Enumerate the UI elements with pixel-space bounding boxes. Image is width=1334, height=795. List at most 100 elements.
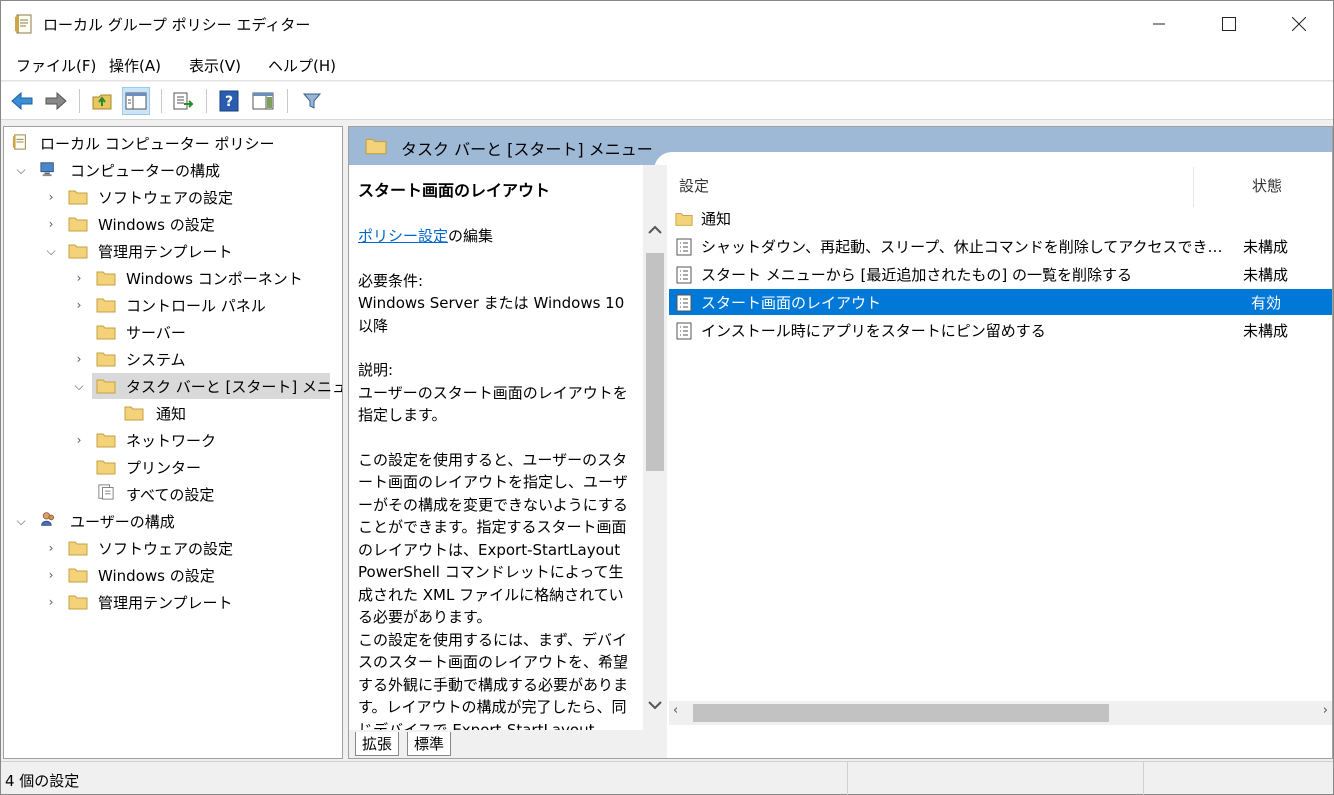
list-row[interactable]: シャットダウン、再起動、スリープ、休止コマンドを削除してアクセスでき… 未構成 (669, 233, 1332, 259)
description-scrollbar[interactable] (643, 165, 667, 730)
tab-standard[interactable]: 標準 (407, 732, 452, 756)
status-text: 4 個の設定 (5, 772, 80, 790)
tree-item-cc-software[interactable]: › ソフトウェアの設定 (4, 184, 342, 210)
tree-label: 通知 (156, 404, 187, 423)
expand-chevron-icon[interactable]: › (72, 271, 86, 285)
collapse-chevron-icon[interactable]: ⌵ (72, 379, 86, 393)
edit-policy-link[interactable]: ポリシー設定 (358, 227, 448, 245)
back-button[interactable] (8, 87, 36, 115)
explanation-label: 説明: (358, 361, 394, 379)
filter-button[interactable] (298, 87, 326, 115)
help-icon: ? (219, 90, 239, 112)
tree-item-server[interactable]: サーバー (4, 319, 342, 345)
back-icon (11, 91, 33, 111)
menu-help[interactable]: ヘルプ(H) (268, 55, 336, 76)
tree-item-cc-admin[interactable]: ⌵ 管理用テンプレート (4, 238, 342, 264)
tree-item-network[interactable]: › ネットワーク (4, 427, 342, 453)
tree-item-taskbar-start-menu[interactable]: タスク バーと [スタート] メニュー (92, 373, 342, 399)
expand-chevron-icon[interactable]: › (72, 433, 86, 447)
tree-item-printers[interactable]: プリンター (4, 454, 342, 480)
row-name: シャットダウン、再起動、スリープ、休止コマンドを削除してアクセスでき… (701, 237, 1223, 256)
show-hide-tree-icon (125, 92, 147, 110)
folder-icon (96, 352, 116, 367)
export-list-button[interactable] (169, 87, 197, 115)
column-divider[interactable] (1193, 167, 1194, 207)
list-row[interactable]: スタート メニューから [最近追加されたもの] の一覧を削除する 未構成 (669, 261, 1332, 287)
tree-item-uc-windows[interactable]: › Windows の設定 (4, 562, 342, 588)
settings-list: 設定 状態 通知 シャットダウン、再起動、スリープ、休止コマンドを削除してアクセ… (669, 165, 1332, 758)
status-divider (847, 762, 848, 795)
requirements-label: 必要条件: (358, 271, 424, 290)
expand-chevron-icon[interactable]: › (44, 190, 58, 204)
help-button[interactable]: ? (215, 87, 243, 115)
scroll-up-icon[interactable] (643, 217, 667, 243)
up-one-level-button[interactable] (88, 87, 116, 115)
show-hide-action-pane-button[interactable] (249, 87, 277, 115)
list-horizontal-scrollbar[interactable]: ‹ › (669, 701, 1332, 725)
scroll-left-icon[interactable]: ‹ (673, 703, 678, 718)
computer-icon (40, 162, 54, 177)
menu-view[interactable]: 表示(V) (189, 55, 241, 76)
collapse-chevron-icon[interactable]: ⌵ (44, 244, 58, 258)
tree-label: 管理用テンプレート (98, 242, 233, 261)
details-area: タスク バーと [スタート] メニュー スタート画面のレイアウト ポリシー設定の… (348, 126, 1333, 759)
policy-editor-app-icon (15, 14, 32, 34)
tree-label: ソフトウェアの設定 (98, 539, 234, 558)
list-row-selected[interactable]: スタート画面のレイアウト 有効 (669, 289, 1332, 315)
tree-item-computer-config[interactable]: ⌵ コンピューターの構成 (4, 157, 342, 183)
description-paragraph: この設定を使用すると、ユーザーのスタート画面のレイアウトを指定し、ユーザーがその… (358, 450, 628, 627)
maximize-button[interactable] (1195, 1, 1263, 47)
tree-item-root[interactable]: ローカル コンピューター ポリシー (4, 130, 342, 156)
expand-chevron-icon[interactable]: › (44, 217, 58, 231)
app-window: ローカル グループ ポリシー エディター ファイル(F) 操作(A) 表示(V)… (0, 0, 1334, 795)
scroll-thumb[interactable] (693, 704, 1109, 722)
folder-icon (68, 568, 88, 583)
scroll-down-icon[interactable] (643, 692, 667, 718)
list-row[interactable]: 通知 (669, 205, 1332, 231)
expand-chevron-icon[interactable]: › (44, 568, 58, 582)
minimize-button[interactable] (1125, 1, 1193, 47)
list-row[interactable]: インストール時にアプリをスタートにピン留めする 未構成 (669, 317, 1332, 343)
description-title: スタート画面のレイアウト (358, 181, 551, 200)
tree-item-windows-components[interactable]: › Windows コンポーネント (4, 265, 342, 291)
requirements-text: Windows Server または Windows 10 以降 (358, 294, 625, 335)
menu-action[interactable]: 操作(A) (109, 55, 161, 76)
tree-item-uc-software[interactable]: › ソフトウェアの設定 (4, 535, 342, 561)
column-header-setting[interactable]: 設定 (679, 175, 709, 196)
show-hide-tree-button[interactable] (122, 87, 150, 115)
expand-chevron-icon[interactable]: › (72, 352, 86, 366)
description-pane: スタート画面のレイアウト ポリシー設定の編集 必要条件: Windows Serv… (349, 165, 667, 730)
expand-chevron-icon[interactable]: ⌵ (14, 163, 28, 177)
up-folder-icon (92, 94, 112, 110)
tree-item-uc-admin[interactable]: › 管理用テンプレート (4, 589, 342, 615)
folder-icon (68, 217, 88, 232)
expand-chevron-icon[interactable]: › (44, 595, 58, 609)
tree-item-cc-windows[interactable]: › Windows の設定 (4, 211, 342, 237)
explanation-text: ユーザーのスタート画面のレイアウトを指定します。 (358, 383, 628, 425)
close-button[interactable] (1265, 1, 1333, 47)
expand-chevron-icon[interactable]: › (72, 298, 86, 312)
policy-document-icon (12, 134, 26, 150)
row-state: 未構成 (1243, 265, 1289, 284)
tree-item-control-panel[interactable]: › コントロール パネル (4, 292, 342, 318)
description-body: ポリシー設定の編集 必要条件: Windows Server または Window… (358, 225, 638, 730)
menu-file[interactable]: ファイル(F) (16, 55, 96, 76)
tab-extended[interactable]: 拡張 (355, 732, 400, 756)
forward-button[interactable] (42, 87, 70, 115)
status-bar: 4 個の設定 (1, 761, 1333, 795)
maximize-icon (1222, 17, 1236, 31)
toolbar-separator (206, 89, 207, 113)
folder-icon (96, 379, 116, 394)
scroll-right-icon[interactable]: › (1323, 703, 1328, 718)
row-name: スタート メニューから [最近追加されたもの] の一覧を削除する (701, 265, 1133, 284)
tree-item-notifications[interactable]: 通知 (4, 400, 342, 426)
tree-item-all-settings[interactable]: すべての設定 (4, 481, 342, 507)
tree-item-system[interactable]: › システム (4, 346, 342, 372)
folder-icon (96, 325, 116, 340)
column-header-state[interactable]: 状態 (1252, 175, 1282, 196)
tree-item-user-config[interactable]: ⌵ ユーザーの構成 (4, 508, 342, 534)
scroll-thumb[interactable] (646, 253, 664, 471)
toolbar-separator (79, 89, 80, 113)
expand-chevron-icon[interactable]: › (44, 541, 58, 555)
collapse-chevron-icon[interactable]: ⌵ (14, 514, 28, 528)
